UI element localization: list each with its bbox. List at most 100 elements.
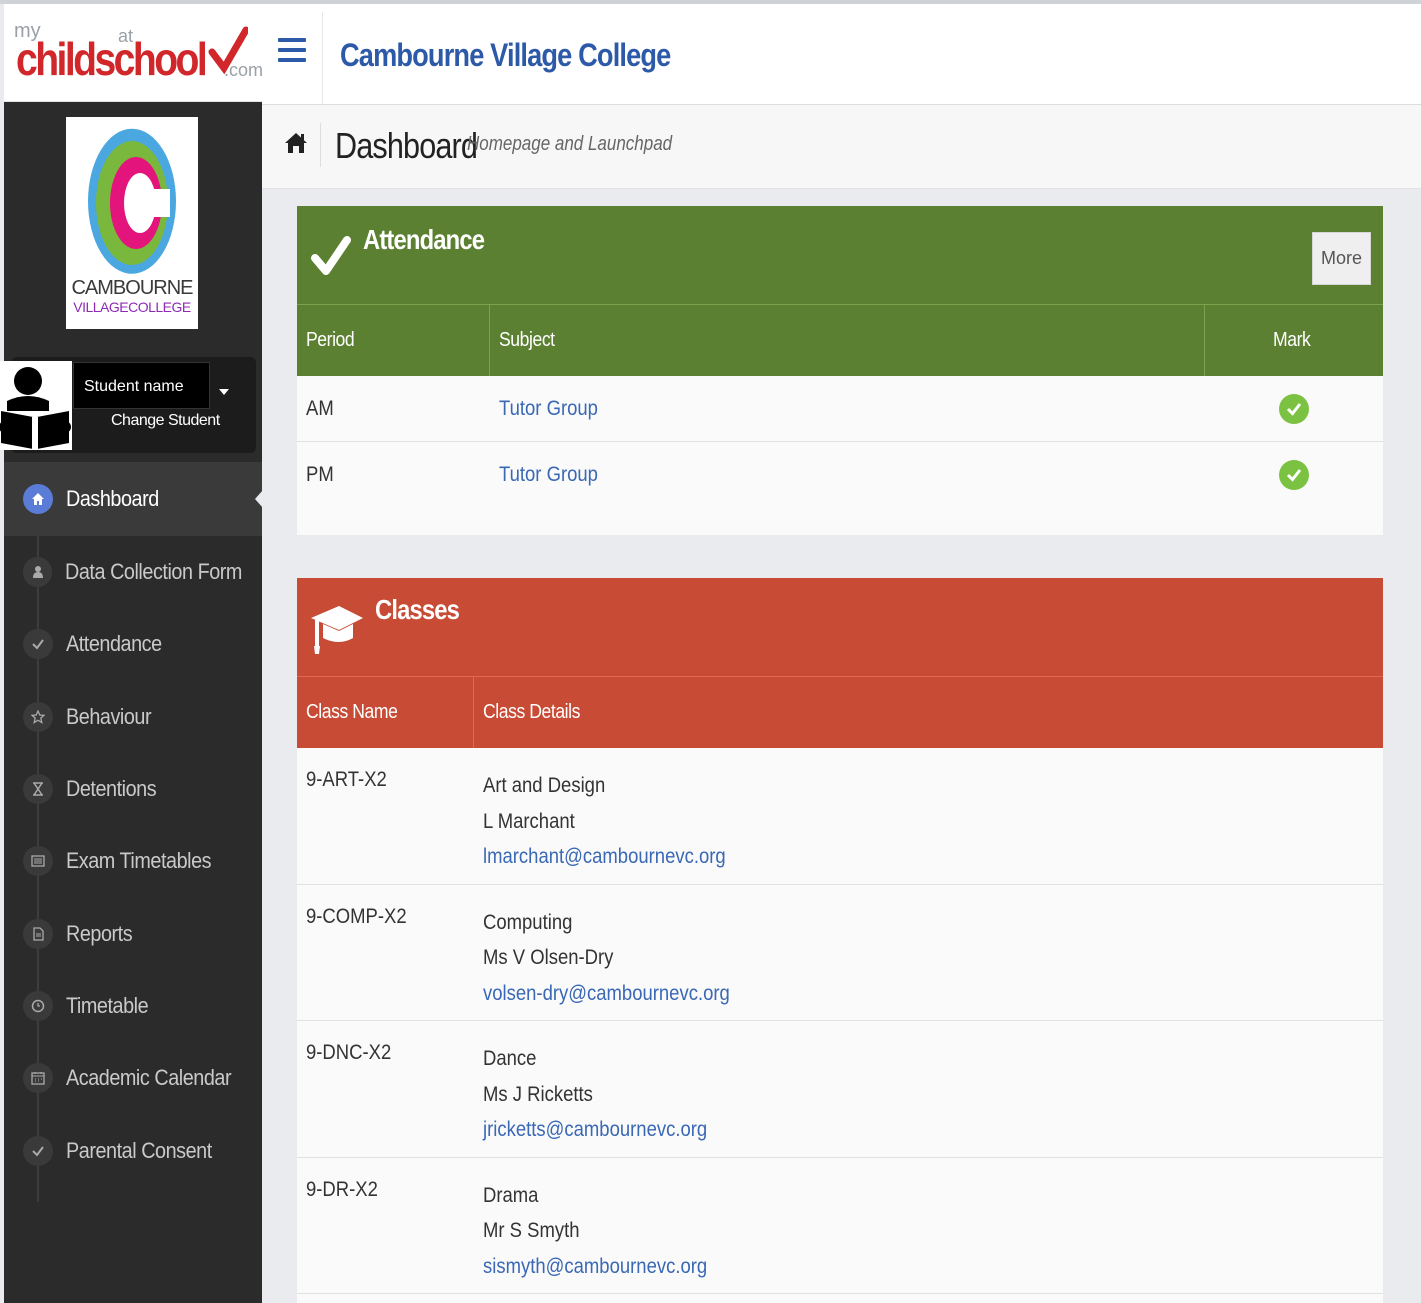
subject-cell: Tutor Group (490, 463, 1205, 487)
class-name-cell: 9-COMP-X2 (306, 904, 407, 928)
sidebar-nav: Dashboard Data Collection Form Attendanc… (4, 462, 263, 1202)
table-row: AM Tutor Group (297, 376, 1383, 442)
sidebar-item-label: Detentions (66, 776, 157, 802)
class-teacher: L Marchant (483, 809, 575, 833)
checkmark-logo-icon (208, 26, 248, 74)
brand-logo-area[interactable]: my childschool at .com (4, 4, 263, 102)
class-details-cell: Drama Mr S Smyth sismyth@cambournevc.org (474, 1158, 738, 1294)
attendance-card: Attendance More Period Subject Mark AM T… (297, 206, 1383, 535)
clock-icon (23, 990, 53, 1021)
calendar-icon (23, 1063, 53, 1094)
graduation-cap-icon (311, 606, 363, 654)
sidebar-item-behaviour[interactable]: Behaviour (4, 681, 262, 753)
attendance-card-header: Attendance More (297, 206, 1383, 304)
class-details-cell: Dance Ms J Ricketts jricketts@cambournev… (474, 1021, 738, 1157)
change-student-link[interactable]: Change Student (111, 412, 220, 430)
column-header-mark[interactable]: Mark (1205, 305, 1383, 376)
period-cell: PM (306, 463, 334, 486)
page-title: Dashboard (335, 125, 478, 166)
student-name[interactable]: Student name (73, 362, 210, 409)
class-details-cell: Computing Ms V Olsen-Dry volsen-dry@camb… (474, 885, 763, 1021)
mark-cell (1205, 460, 1383, 490)
period-cell: AM (306, 396, 334, 420)
table-row: 9-COMP-X2 Computing Ms V Olsen-Dry volse… (297, 885, 1383, 1021)
user-icon (23, 557, 53, 588)
table-row: PM Tutor Group (297, 442, 1383, 508)
present-check-icon (1279, 460, 1309, 490)
home-icon[interactable] (284, 131, 308, 160)
list-icon (23, 846, 53, 877)
teacher-email-link[interactable]: volsen-dry@cambournevc.org (483, 976, 730, 1012)
sidebar-item-exam-timetables[interactable]: Exam Timetables (4, 825, 262, 897)
school-logo-name: CAMBOURNE (71, 277, 193, 299)
sidebar-item-timetable[interactable]: Timetable (4, 970, 262, 1042)
school-logo: CAMBOURNE VILLAGECOLLEGE (66, 117, 198, 329)
sidebar-item-label: Exam Timetables (66, 848, 212, 874)
column-header-period[interactable]: Period (297, 305, 490, 376)
breadcrumb-divider (320, 123, 321, 167)
hourglass-icon (23, 774, 53, 805)
class-subject: Drama (483, 1183, 539, 1207)
sidebar-item-data-collection-form[interactable]: Data Collection Form (4, 536, 262, 608)
sidebar: my childschool at .com CAMBOURNE VILLAGE… (0, 4, 263, 1303)
sidebar-item-label: Attendance (66, 631, 162, 657)
classes-card-header: Classes (297, 578, 1383, 676)
sidebar-item-attendance[interactable]: Attendance (4, 608, 262, 680)
subject-link[interactable]: Tutor Group (499, 463, 598, 487)
teacher-email-link[interactable]: lmarchant@cambournevc.org (483, 839, 726, 875)
more-button[interactable]: More (1312, 232, 1371, 285)
column-header-subject[interactable]: Subject (490, 305, 1205, 376)
class-teacher: Ms V Olsen-Dry (483, 946, 614, 969)
class-teacher: Mr S Smyth (483, 1219, 580, 1242)
document-icon (23, 918, 53, 949)
classes-title: Classes (375, 594, 460, 625)
header-divider (322, 12, 323, 104)
chevron-down-icon[interactable] (219, 389, 229, 395)
school-title: Cambourne Village College (340, 37, 671, 73)
attendance-title: Attendance (363, 224, 485, 255)
class-name-cell: 9-ART-X2 (306, 768, 387, 791)
school-emblem-icon (88, 128, 176, 274)
page-subtitle: Homepage and Launchpad (467, 133, 673, 155)
classes-table-header: Class Name Class Details (297, 676, 1383, 748)
table-row: 9-DNC-X2 Dance Ms J Ricketts jricketts@c… (297, 1021, 1383, 1158)
check-icon (23, 629, 53, 660)
classes-card: Classes Class Name Class Details 9-ART-X… (297, 578, 1383, 1303)
subject-cell: Tutor Group (490, 397, 1205, 421)
teacher-email-link[interactable]: sismyth@cambournevc.org (483, 1249, 707, 1285)
sidebar-item-label: Behaviour (66, 703, 152, 729)
class-details-cell: Art and Design L Marchant lmarchant@camb… (474, 748, 759, 884)
sidebar-item-parental-consent[interactable]: Parental Consent (4, 1114, 262, 1186)
table-row: 9-DR-X2 Drama Mr S Smyth sismyth@cambour… (297, 1158, 1383, 1294)
home-icon (23, 484, 53, 514)
sidebar-item-academic-calendar[interactable]: Academic Calendar (4, 1042, 262, 1114)
check-icon (23, 1135, 53, 1166)
class-subject: Dance (483, 1047, 537, 1070)
subject-link[interactable]: Tutor Group (499, 397, 598, 421)
sidebar-item-label: Academic Calendar (66, 1065, 232, 1091)
school-logo-subname: VILLAGECOLLEGE (73, 299, 191, 315)
sidebar-item-label: Reports (66, 920, 133, 946)
teacher-email-link[interactable]: jricketts@cambournevc.org (483, 1112, 707, 1148)
breadcrumb: Dashboard Homepage and Launchpad (262, 105, 1421, 189)
top-header: Cambourne Village College (262, 4, 1421, 105)
class-name-cell: 9-DR-X2 (306, 1177, 378, 1201)
student-selector[interactable]: Student name Change Student (0, 357, 256, 453)
sidebar-item-label: Dashboard (66, 486, 159, 511)
mark-cell (1205, 393, 1383, 424)
sidebar-item-detentions[interactable]: Detentions (4, 753, 262, 825)
table-row: 9-ART-X2 Art and Design L Marchant lmarc… (297, 748, 1383, 885)
class-teacher: Ms J Ricketts (483, 1082, 593, 1106)
class-subject: Art and Design (483, 774, 606, 797)
student-reading-icon (0, 361, 72, 450)
checkmark-icon (311, 236, 351, 275)
class-subject: Computing (483, 910, 573, 934)
column-header-class-name[interactable]: Class Name (297, 677, 474, 748)
column-header-class-details[interactable]: Class Details (474, 677, 1383, 748)
star-icon (23, 701, 53, 732)
sidebar-item-label: Timetable (66, 992, 149, 1018)
hamburger-menu-icon[interactable] (278, 38, 306, 66)
sidebar-item-dashboard[interactable]: Dashboard (4, 462, 263, 536)
sidebar-item-reports[interactable]: Reports (4, 897, 262, 969)
class-name-cell: 9-DNC-X2 (306, 1041, 392, 1064)
